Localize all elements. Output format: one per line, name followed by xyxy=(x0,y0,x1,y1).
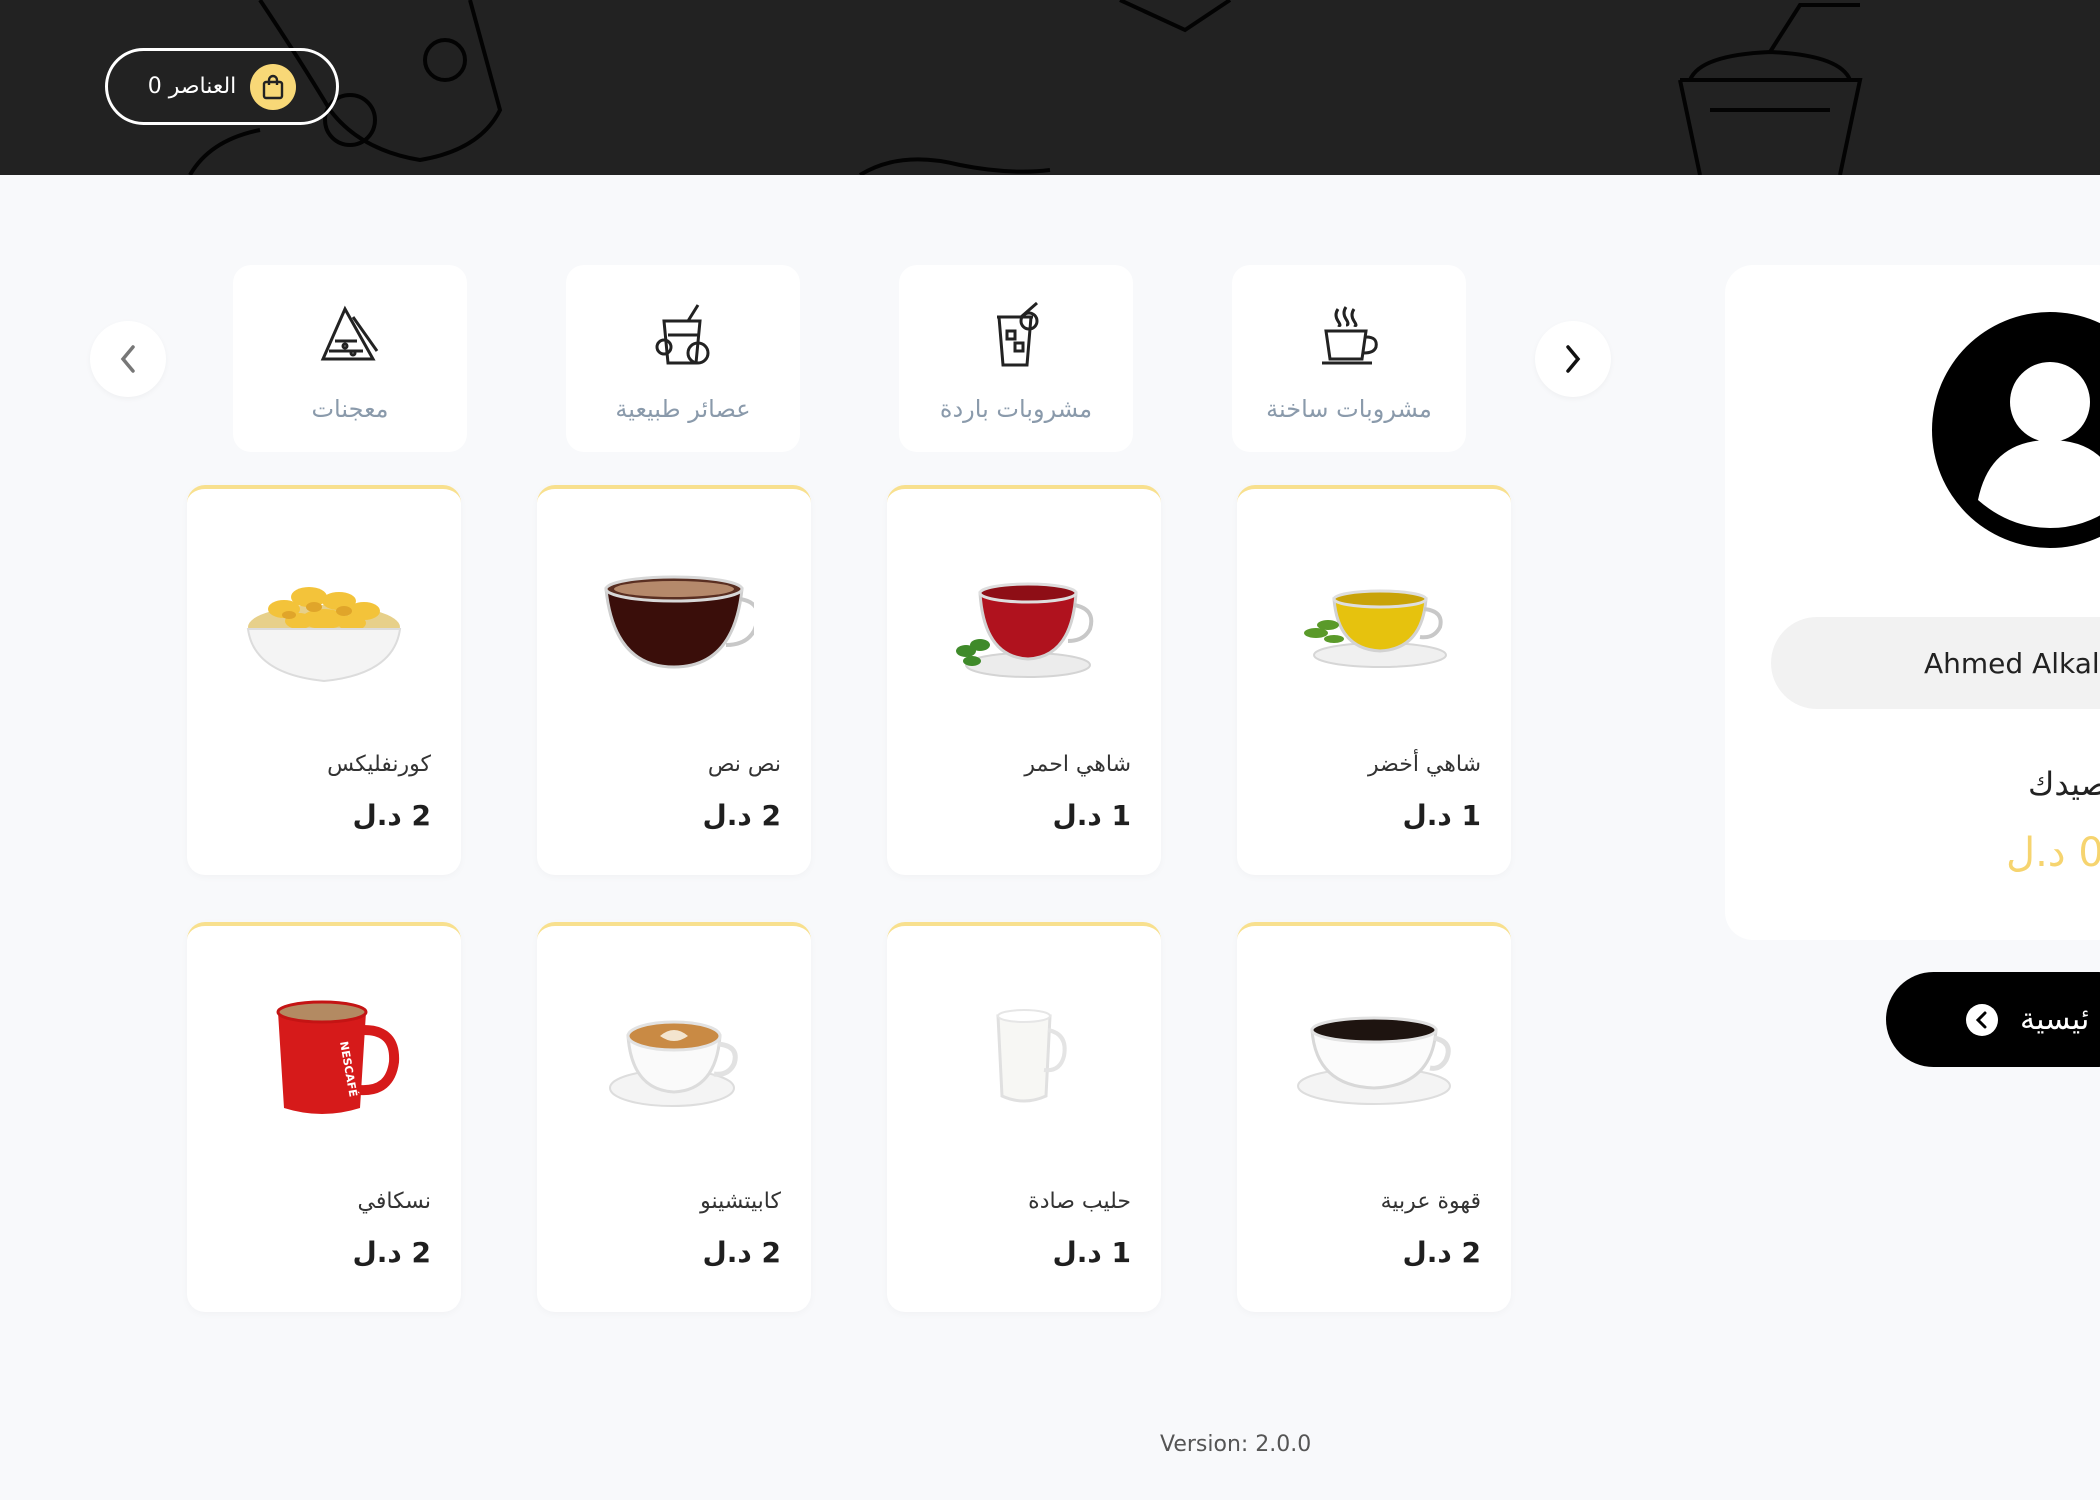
product-name: نسكافي xyxy=(357,1189,431,1214)
category-label: عصائر طبيعية xyxy=(615,395,751,423)
category-cold-drinks[interactable]: مشروبات باردة xyxy=(899,265,1133,452)
category-label: مشروبات ساخنة xyxy=(1266,395,1432,423)
cold-drink-icon xyxy=(997,301,1039,367)
product-card-red-tea[interactable]: شاهي احمر 1 د.ل xyxy=(887,485,1161,875)
product-name: كابيتشينو xyxy=(700,1189,781,1214)
product-card-nescafe[interactable]: NESCAFÉ نسكافي 2 د.ل xyxy=(187,922,461,1312)
product-card-cornflakes[interactable]: كورنفليكس 2 د.ل xyxy=(187,485,461,875)
categories-prev-button[interactable] xyxy=(90,321,166,397)
username-display: Ahmed Alkal xyxy=(1771,617,2100,709)
product-name: شاهي أخضر xyxy=(1368,752,1481,777)
shopping-bag-icon xyxy=(250,63,297,110)
cart-button[interactable]: العناصر 0 xyxy=(105,48,339,125)
category-natural-juices[interactable]: عصائر طبيعية xyxy=(566,265,800,452)
product-card-cappuccino[interactable]: كابيتشينو 2 د.ل xyxy=(537,922,811,1312)
cart-count: 0 xyxy=(147,74,162,99)
green-tea-cup-image xyxy=(1304,589,1447,668)
product-price: 2 د.ل xyxy=(352,1236,431,1269)
juice-icon xyxy=(655,304,710,365)
username-text: Ahmed Alkal xyxy=(1924,646,2100,680)
product-name: كورنفليكس xyxy=(327,752,431,777)
product-name: نص نص xyxy=(707,752,781,777)
product-price: 2 د.ل xyxy=(1402,1236,1481,1269)
product-name: قهوة عربية xyxy=(1380,1189,1481,1214)
product-price: 1 د.ل xyxy=(1052,799,1131,832)
category-hot-drinks[interactable]: مشروبات ساخنة xyxy=(1232,265,1466,452)
chevron-left-icon xyxy=(120,345,135,373)
coffee-cup-image xyxy=(604,575,754,669)
user-profile-panel: Ahmed Alkal رصيدك 0 د.ل xyxy=(1725,265,2100,940)
user-avatar-icon xyxy=(1932,312,2100,548)
product-card-plain-milk[interactable]: حليب صادة 1 د.ل xyxy=(887,922,1161,1312)
product-card-green-tea[interactable]: شاهي أخضر 1 د.ل xyxy=(1237,485,1511,875)
arabic-coffee-cup-image xyxy=(1297,1016,1451,1105)
home-button[interactable]: ئيسية xyxy=(1886,972,2100,1067)
cornflakes-bowl-image xyxy=(246,587,402,683)
chevron-left-icon xyxy=(1966,1003,1998,1036)
product-name: حليب صادة xyxy=(1028,1189,1131,1214)
top-header: العناصر 0 xyxy=(0,0,2100,175)
hot-drink-icon xyxy=(1322,306,1378,365)
category-pastries[interactable]: معجنات xyxy=(233,265,467,452)
category-label: مشروبات باردة xyxy=(939,395,1093,423)
product-price: 1 د.ل xyxy=(1402,799,1481,832)
cart-label: العناصر 0 xyxy=(147,74,237,99)
nescafe-mug-image: NESCAFÉ xyxy=(276,1000,400,1114)
product-price: 2 د.ل xyxy=(352,799,431,832)
app-version: Version: 2.0.0 xyxy=(1160,1432,1312,1457)
product-price: 2 د.ل xyxy=(702,1236,781,1269)
milk-glass-image xyxy=(996,1009,1067,1103)
balance-value: 0 د.ل xyxy=(2006,830,2100,876)
product-price: 1 د.ل xyxy=(1052,1236,1131,1269)
cappuccino-cup-image xyxy=(609,1020,738,1107)
balance-label: رصيدك xyxy=(2028,765,2100,803)
categories-next-button[interactable] xyxy=(1535,321,1611,397)
product-card-arabic-coffee[interactable]: قهوة عربية 2 د.ل xyxy=(1237,922,1511,1312)
home-button-label: ئيسية xyxy=(2020,1002,2090,1037)
product-price: 2 د.ل xyxy=(702,799,781,832)
product-name: شاهي احمر xyxy=(1024,752,1131,777)
sandwich-icon xyxy=(320,305,379,361)
product-card-nos-nos[interactable]: نص نص 2 د.ل xyxy=(537,485,811,875)
category-label: معجنات xyxy=(311,395,389,423)
chevron-right-icon xyxy=(1566,345,1581,373)
red-tea-cup-image xyxy=(956,582,1094,678)
